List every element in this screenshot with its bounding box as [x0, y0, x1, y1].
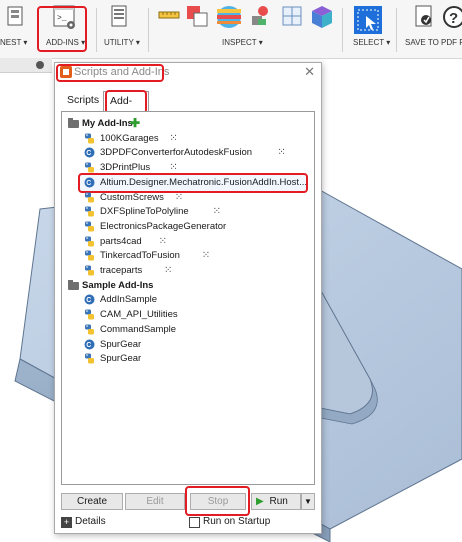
- loading-spinner-icon: ⁙: [158, 235, 167, 247]
- python-icon: [85, 192, 94, 202]
- measure-icon[interactable]: [157, 4, 181, 26]
- section-icon[interactable]: [280, 4, 304, 28]
- component-color-icon[interactable]: [308, 4, 336, 30]
- toolbar-separator: [396, 8, 397, 52]
- select-icon[interactable]: [354, 6, 382, 34]
- list-item-label: 100KGarages: [100, 132, 159, 144]
- close-icon[interactable]: ✕: [304, 64, 315, 80]
- python-icon: [85, 236, 94, 247]
- svg-text:C: C: [86, 297, 91, 304]
- save-pdf-icon[interactable]: [414, 4, 436, 30]
- list-item-label: parts4cad: [100, 235, 142, 247]
- folder-icon: [68, 118, 79, 128]
- loading-spinner-icon: ⁙: [212, 206, 221, 218]
- python-icon: [85, 206, 94, 217]
- list-item-label: SpurGear: [100, 338, 142, 350]
- addins-list-panel: My Add-Ins ✚ 100KGarages ⁙ C 3DPDFConverterfo…: [61, 111, 315, 485]
- toolbar: NEST ▾ >_ ADD-INS ▾ UTILITY ▾ INSPECT ▾ …: [0, 0, 462, 59]
- manage-icon[interactable]: [6, 4, 26, 30]
- folder-icon: [68, 279, 79, 290]
- csharp-icon: C: [84, 294, 95, 305]
- help-icon[interactable]: ?: [442, 4, 462, 30]
- run-dropdown-button[interactable]: ▼: [301, 493, 315, 510]
- inspect-label[interactable]: INSPECT ▾: [222, 38, 263, 47]
- csharp-icon: C: [84, 147, 95, 158]
- run-button[interactable]: ▶ Run: [251, 493, 301, 510]
- tab-scripts[interactable]: Scripts: [61, 91, 103, 110]
- svg-text:C: C: [86, 342, 91, 349]
- browser-strip: [0, 58, 52, 73]
- addins-highlight: [37, 6, 87, 52]
- expand-icon: +: [61, 517, 72, 528]
- create-button[interactable]: Create: [61, 493, 123, 510]
- select-label[interactable]: SELECT ▾: [353, 38, 390, 47]
- dialog-title-highlight: [56, 64, 164, 82]
- utility-label[interactable]: UTILITY ▾: [104, 38, 140, 47]
- folder-label: Sample Add-Ins: [82, 279, 154, 291]
- details-label: Details: [75, 516, 106, 527]
- list-item-label: 3DPDFConverterforAutodeskFusion: [100, 147, 253, 159]
- edit-button[interactable]: Edit: [125, 493, 185, 510]
- scripts-addins-dialog: Scripts and Add-Ins ✕ Scripts Add-Ins My…: [54, 62, 322, 534]
- zebra-icon[interactable]: [216, 4, 242, 30]
- list-item-label: CommandSample: [100, 323, 177, 335]
- python-icon: [85, 221, 94, 232]
- run-on-startup-label: Run on Startup: [203, 516, 271, 527]
- python-icon: [85, 162, 94, 173]
- python-icon: [85, 250, 94, 261]
- play-icon: ▶: [256, 496, 264, 507]
- folder-label: My Add-Ins: [82, 118, 133, 129]
- save-pdf-label[interactable]: SAVE TO PDF FC: [405, 38, 462, 47]
- loading-spinner-icon: ⁙: [174, 191, 183, 203]
- curvature-icon[interactable]: [248, 4, 272, 28]
- loading-spinner-icon: ⁙: [201, 250, 210, 262]
- loading-spinner-icon: ⁙: [169, 132, 177, 144]
- python-icon: [85, 324, 94, 335]
- chevron-down-icon: ▼: [304, 497, 312, 506]
- dialog-titlebar[interactable]: Scripts and Add-Ins ✕: [55, 63, 321, 82]
- python-icon: [85, 133, 94, 144]
- python-icon: [85, 353, 94, 364]
- run-label: Run: [269, 496, 288, 507]
- utility-icon[interactable]: [110, 4, 130, 30]
- add-icon[interactable]: ✚: [130, 116, 140, 130]
- list-item-label: DXFSplineToPolyline: [100, 206, 189, 218]
- interference-icon[interactable]: [185, 4, 209, 28]
- collapse-dot-icon[interactable]: [36, 61, 44, 69]
- toolbar-separator: [96, 8, 97, 52]
- loading-spinner-icon: ⁙: [164, 265, 172, 276]
- list-item-label: ElectronicsPackageGenerator: [100, 220, 227, 232]
- list-item-label: AddInSample: [100, 294, 158, 306]
- toolbar-separator: [148, 8, 149, 52]
- svg-text:C: C: [86, 150, 91, 157]
- list-item-label: TinkercadToFusion: [100, 250, 180, 262]
- list-item-label: traceparts: [100, 265, 143, 276]
- python-icon: [85, 309, 94, 320]
- list-item-label: SpurGear: [100, 353, 142, 365]
- toolbar-separator: [342, 8, 343, 52]
- list-item-label: CAM_API_Utilities: [100, 309, 178, 321]
- loading-spinner-icon: ⁙: [277, 147, 285, 159]
- list-item-label: CustomScrews: [100, 191, 164, 203]
- stop-button-highlight: [185, 486, 250, 516]
- svg-text:?: ?: [449, 10, 458, 27]
- manage-label[interactable]: NEST ▾: [0, 38, 27, 47]
- csharp-icon: C: [84, 339, 95, 349]
- run-on-startup-checkbox[interactable]: [189, 517, 200, 528]
- python-icon: [85, 265, 94, 276]
